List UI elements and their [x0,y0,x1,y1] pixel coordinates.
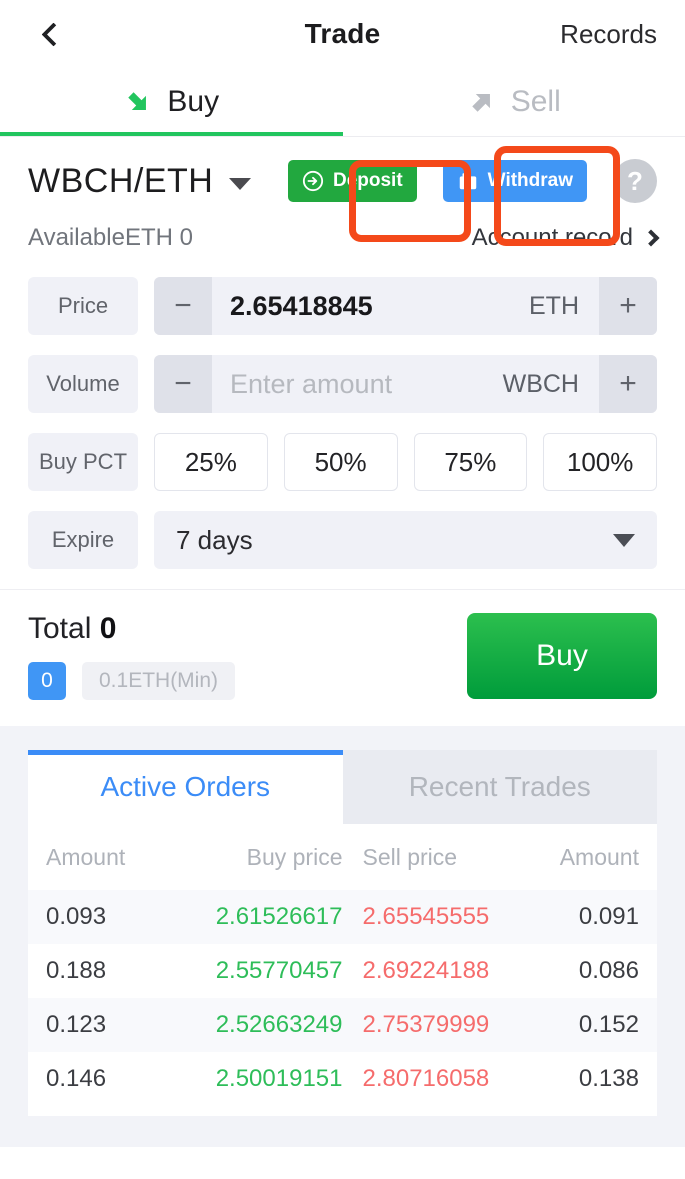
pct-button-25[interactable]: 25% [154,433,268,491]
pct-button-100[interactable]: 100% [543,433,657,491]
tab-recent-trades[interactable]: Recent Trades [342,750,657,824]
total-info: Total 0 0 0.1ETH(Min) [28,612,236,700]
back-button[interactable] [28,12,72,56]
buy-sell-tabs: Buy Sell [0,68,685,136]
pair-symbol: WBCH/ETH [28,161,214,200]
submit-buy-button[interactable]: Buy [467,613,657,699]
table-row[interactable]: 0.093 2.61526617 2.65545555 0.091 [28,890,657,944]
cell-buy-price: 2.61526617 [215,903,343,930]
cell-buy-price: 2.52663249 [215,1011,343,1038]
column-header-sell-amount: Amount [559,843,639,870]
cell-buy-amount: 0.146 [46,1065,107,1092]
column-header-sell-price: Sell price [362,843,458,870]
table-row[interactable]: 0.188 2.55770457 2.69224188 0.086 [28,944,657,998]
trade-screen: Trade Records Buy Sell WBCH/ETH Deposit … [0,0,685,1179]
orderbook-tabs: Active Orders Recent Trades [28,750,657,824]
balance-row: AvailableETH 0 Account record [0,213,685,263]
cell-sell-price: 2.65545555 [362,903,490,930]
panel-bottom-spacer [28,1106,657,1116]
table-row[interactable]: 0.123 2.52663249 2.75379999 0.152 [28,998,657,1052]
orderbook-header: Amount Buy price Sell price Amount [28,824,657,890]
expire-select[interactable]: 7 days [154,511,657,569]
records-link[interactable]: Records [560,19,657,50]
tab-sell[interactable]: Sell [343,68,685,136]
cell-sell-price: 2.80716058 [362,1065,490,1092]
cell-sell-price: 2.69224188 [362,957,490,984]
column-header-buy-price: Buy price [246,843,343,870]
cell-buy-amount: 0.188 [46,957,107,984]
cell-buy-amount: 0.123 [46,1011,107,1038]
volume-label: Volume [28,355,138,413]
price-unit: ETH [529,291,579,320]
expire-label: Expire [28,511,138,569]
caret-down-icon [229,178,252,190]
active-tab-underline [0,132,343,136]
price-decrement-button[interactable]: − [154,277,212,335]
cell-sell-amount: 0.138 [578,1065,639,1092]
caret-down-icon [613,533,635,547]
buy-pct-label: Buy PCT [28,433,138,491]
pct-button-75[interactable]: 75% [413,433,528,491]
table-row[interactable]: 0.146 2.50019151 2.80716058 0.138 [28,1052,657,1106]
volume-stepper: − Enter amount WBCH + [154,355,657,413]
cell-buy-amount: 0.093 [46,903,107,930]
cell-buy-price: 2.55770457 [215,957,343,984]
help-icon[interactable]: ? [613,159,657,203]
arrow-down-right-icon [128,92,147,110]
total-section: Total 0 0 0.1ETH(Min) Buy [0,590,685,726]
min-amount-hint: 0.1ETH(Min) [82,662,236,700]
total-line: Total 0 [28,612,235,646]
total-label: Total [28,612,92,645]
price-row: Price − 2.65418845 ETH + [28,277,657,335]
cell-buy-price: 2.50019151 [215,1065,343,1092]
arrow-up-right-icon [472,94,490,112]
expire-selected-value: 7 days [176,524,253,555]
volume-increment-button[interactable]: + [599,355,657,413]
wallet-icon [459,173,476,190]
tab-active-orders[interactable]: Active Orders [28,750,343,824]
price-increment-button[interactable]: + [599,277,657,335]
pair-header: WBCH/ETH Deposit Withdraw ? [0,137,685,213]
buy-pct-options: 25% 50% 75% 100% [154,433,657,491]
withdraw-label: Withdraw [487,170,573,191]
price-label: Price [28,277,138,335]
order-form: Price − 2.65418845 ETH + Volume − Enter … [0,263,685,583]
cell-sell-amount: 0.091 [578,903,639,930]
column-header-buy-amount: Amount [46,843,126,870]
expire-row: Expire 7 days [28,511,657,569]
navigation-bar: Trade Records [0,0,685,68]
pair-actions: Deposit Withdraw ? [287,159,657,203]
total-badge: 0 [28,662,66,700]
account-record-label: Account record [471,224,633,251]
deposit-label: Deposit [332,170,403,191]
tab-buy[interactable]: Buy [0,68,343,136]
pair-selector[interactable]: WBCH/ETH [28,161,252,201]
tab-buy-label: Buy [167,85,220,118]
total-tags: 0 0.1ETH(Min) [28,662,236,700]
deposit-button[interactable]: Deposit [287,160,417,202]
account-record-link[interactable]: Account record [471,224,660,252]
price-stepper: − 2.65418845 ETH + [154,277,657,335]
withdraw-button[interactable]: Withdraw [442,160,587,202]
buy-pct-row: Buy PCT 25% 50% 75% 100% [28,433,657,491]
orderbook-card: Active Orders Recent Trades Amount Buy p… [28,750,657,1116]
chevron-left-icon [40,21,66,47]
volume-unit: WBCH [502,369,579,398]
volume-decrement-button[interactable]: − [154,355,212,413]
pct-button-50[interactable]: 50% [283,433,398,491]
total-value: 0 [99,612,117,645]
cell-sell-amount: 0.086 [578,957,639,984]
cell-sell-amount: 0.152 [578,1011,639,1038]
circle-arrow-right-icon [302,170,324,192]
chevron-right-icon [642,229,660,247]
cell-sell-price: 2.75379999 [362,1011,490,1038]
price-input[interactable]: 2.65418845 [212,291,529,322]
volume-row: Volume − Enter amount WBCH + [28,355,657,413]
volume-input[interactable]: Enter amount [212,369,503,400]
orderbook-panel: Active Orders Recent Trades Amount Buy p… [0,726,685,1147]
tab-sell-label: Sell [510,85,561,118]
available-balance: AvailableETH 0 [28,224,193,251]
